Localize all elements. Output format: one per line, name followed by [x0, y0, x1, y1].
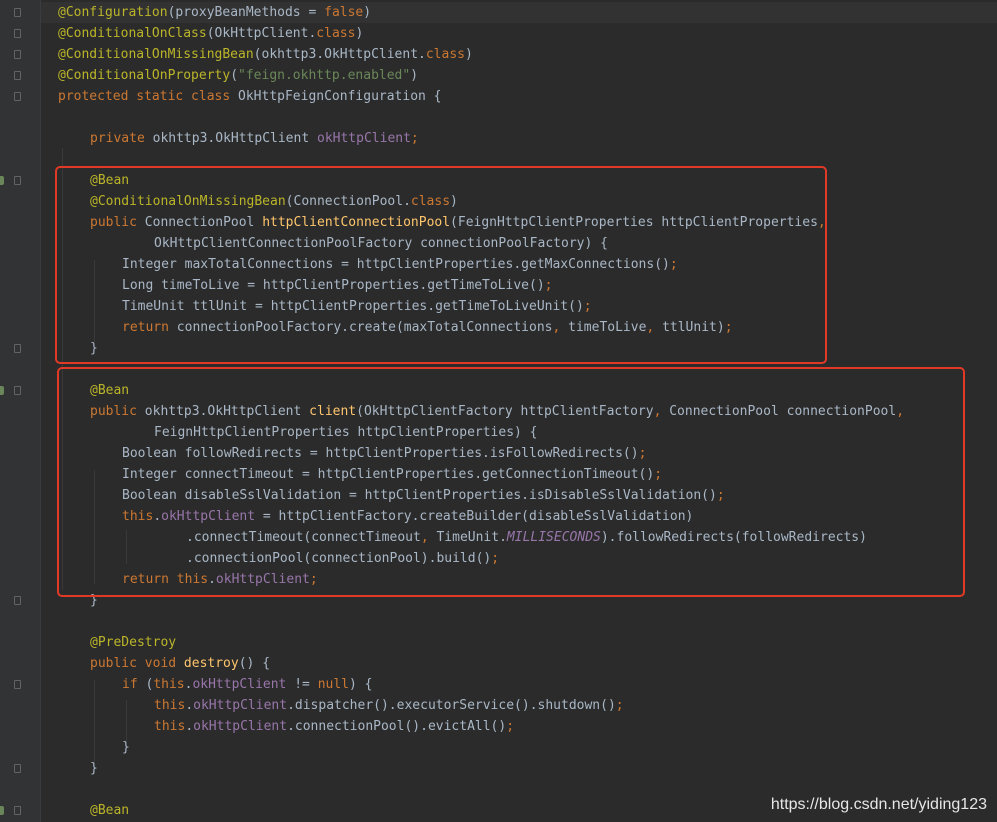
code-text: public void destroy() { [90, 653, 270, 674]
code-token: . [185, 719, 194, 734]
code-token: ) [410, 68, 419, 83]
code-token: @ConditionalOnMissingBean [58, 47, 254, 62]
fold-marker-icon[interactable] [14, 29, 21, 38]
code-line[interactable]: private okhttp3.OkHttpClient okHttpClien… [0, 128, 997, 149]
code-token: ) [465, 47, 473, 62]
fold-marker-icon[interactable] [14, 50, 21, 59]
highlight-box-1 [55, 166, 827, 364]
code-token: okHttpClient [193, 698, 288, 713]
code-token: ) [355, 26, 364, 41]
fold-marker-icon[interactable] [14, 596, 21, 605]
code-token: @ConditionalOnProperty [58, 68, 231, 83]
code-token: ; [615, 698, 624, 713]
code-token: false [324, 5, 364, 20]
code-token: ; [410, 131, 419, 146]
code-token: .dispatcher().executorService().shutdown… [287, 698, 616, 713]
code-line[interactable]: @PreDestroy [0, 632, 997, 653]
code-token: private [90, 131, 153, 146]
code-token: class [425, 47, 465, 62]
code-text: } [122, 737, 130, 758]
code-token: "feign.okhttp.enabled" [238, 68, 411, 83]
fold-marker-icon[interactable] [14, 680, 21, 689]
code-token: ( [230, 68, 239, 83]
bean-gutter-icon[interactable] [0, 806, 4, 815]
code-token: okHttpClient [193, 719, 288, 734]
fold-marker-icon[interactable] [14, 344, 21, 353]
code-token: ) { [349, 677, 373, 692]
code-line[interactable]: this.okHttpClient.connectionPool().evict… [0, 716, 997, 737]
code-token: OkHttpFeignConfiguration { [238, 89, 442, 104]
code-text: @ConditionalOnClass(OkHttpClient.class) [58, 23, 363, 44]
code-token: okHttpClient [192, 677, 287, 692]
code-text: @PreDestroy [90, 632, 176, 653]
code-token: this [154, 719, 186, 734]
code-token: okHttpClient [317, 131, 411, 146]
code-text: @Configuration(proxyBeanMethods = false) [58, 2, 371, 23]
code-text: this.okHttpClient.dispatcher().executorS… [154, 695, 624, 716]
bean-gutter-icon[interactable] [0, 176, 4, 185]
code-token: () { [238, 656, 271, 671]
code-line[interactable]: public void destroy() { [0, 653, 997, 674]
code-token: if [122, 677, 146, 692]
code-line[interactable]: @ConditionalOnClass(OkHttpClient.class) [0, 23, 997, 44]
code-line[interactable]: } [0, 737, 997, 758]
code-line[interactable] [0, 107, 997, 128]
fold-marker-icon[interactable] [14, 386, 21, 395]
code-line[interactable] [0, 611, 997, 632]
fold-marker-icon[interactable] [14, 176, 21, 185]
code-token: @Bean [90, 803, 130, 818]
code-text: @ConditionalOnProperty("feign.okhttp.ena… [58, 65, 418, 86]
code-token: @ConditionalOnClass [58, 26, 207, 41]
bean-gutter-icon[interactable] [0, 386, 4, 395]
code-token: } [90, 761, 98, 776]
fold-marker-icon[interactable] [14, 71, 21, 80]
code-line[interactable]: } [0, 758, 997, 779]
fold-marker-icon[interactable] [14, 806, 21, 815]
code-text: @Bean [90, 800, 129, 821]
code-token: destroy [183, 656, 239, 671]
code-line[interactable]: @Configuration(proxyBeanMethods = false) [0, 2, 997, 23]
code-text: @ConditionalOnMissingBean(okhttp3.OkHttp… [58, 44, 473, 65]
code-text: if (this.okHttpClient != null) { [122, 674, 372, 695]
code-text: private okhttp3.OkHttpClient okHttpClien… [90, 128, 419, 149]
code-token: this [153, 677, 185, 692]
code-token: (OkHttpClient. [206, 26, 317, 41]
code-token: . [185, 698, 194, 713]
watermark-text: https://blog.csdn.net/yiding123 [770, 796, 987, 813]
code-line[interactable]: this.okHttpClient.dispatcher().executorS… [0, 695, 997, 716]
code-token: .connectionPool().evictAll() [287, 719, 507, 734]
code-line[interactable]: protected static class OkHttpFeignConfig… [0, 86, 997, 107]
code-token: ; [506, 719, 515, 734]
code-text: this.okHttpClient.connectionPool().evict… [154, 716, 514, 737]
code-token: okhttp3.OkHttpClient [152, 131, 317, 146]
code-token: protected static class [58, 89, 239, 104]
code-line[interactable]: if (this.okHttpClient != null) { [0, 674, 997, 695]
code-token: this [154, 698, 186, 713]
fold-marker-icon[interactable] [14, 764, 21, 773]
code-token: @Configuration [58, 5, 168, 20]
code-token: } [122, 740, 130, 755]
code-token: ) [363, 5, 372, 20]
code-text: } [90, 758, 98, 779]
code-token: (proxyBeanMethods = [167, 5, 325, 20]
code-token: (okhttp3.OkHttpClient. [253, 47, 426, 62]
code-text: protected static class OkHttpFeignConfig… [58, 86, 442, 107]
code-token: public void [90, 656, 184, 671]
code-line[interactable]: @ConditionalOnMissingBean(okhttp3.OkHttp… [0, 44, 997, 65]
code-token: class [316, 26, 356, 41]
fold-marker-icon[interactable] [14, 8, 21, 17]
code-token: null [317, 677, 349, 692]
code-line[interactable]: @ConditionalOnProperty("feign.okhttp.ena… [0, 65, 997, 86]
code-token: @PreDestroy [90, 635, 177, 650]
code-token: != [286, 677, 318, 692]
highlight-box-2 [57, 367, 965, 597]
fold-marker-icon[interactable] [14, 92, 21, 101]
